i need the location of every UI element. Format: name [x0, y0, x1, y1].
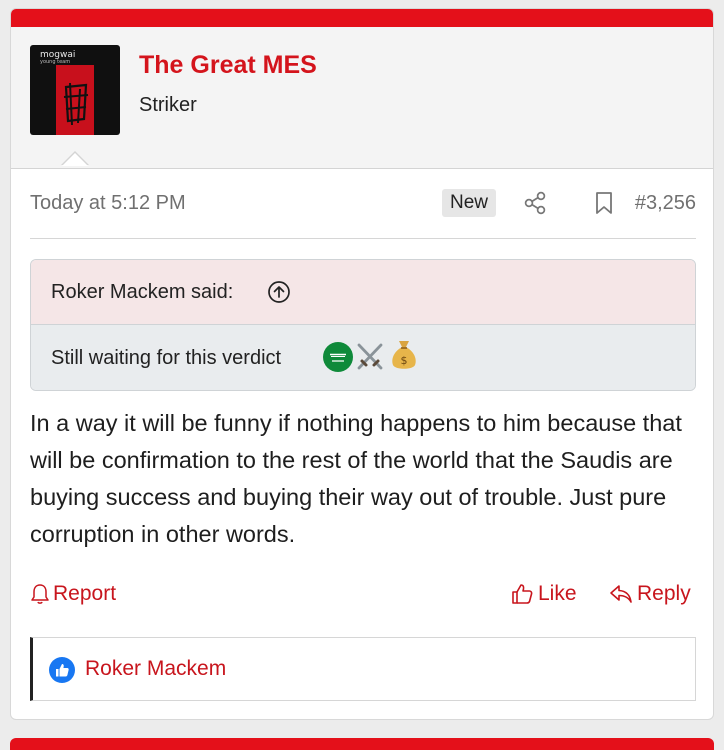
next-post-top-bar	[10, 738, 714, 750]
post-timestamp[interactable]: Today at 5:12 PM	[30, 190, 186, 216]
post-number-link[interactable]: #3,256	[635, 190, 696, 216]
thumbs-up-outline-icon	[512, 584, 533, 604]
saudi-flag-emoji	[323, 342, 353, 372]
report-button[interactable]: Report	[30, 579, 116, 609]
bookmark-icon[interactable]	[592, 190, 616, 216]
report-label: Report	[53, 582, 117, 605]
reply-label: Reply	[637, 582, 691, 605]
bell-icon	[31, 584, 49, 604]
reply-button[interactable]: Reply	[609, 579, 691, 609]
quote-block: Roker Mackem said: Still waiting for thi…	[30, 259, 696, 391]
user-block: mogwai young team The Great MES Striker	[11, 27, 713, 169]
reply-arrow-icon	[610, 585, 632, 603]
share-icon[interactable]	[522, 190, 548, 216]
like-label: Like	[538, 582, 577, 605]
quote-author: Roker Mackem said:	[51, 281, 234, 303]
svg-text:$: $	[401, 354, 408, 367]
post-card: mogwai young team The Great MES Striker …	[10, 8, 714, 720]
quote-text: Still waiting for this verdict	[51, 347, 282, 369]
post-top-bar	[11, 9, 713, 27]
user-title: Striker	[139, 94, 197, 116]
user-block-notch-inner	[62, 153, 88, 166]
thread-page: mogwai young team The Great MES Striker …	[0, 0, 724, 750]
money-bag-emoji: $	[392, 341, 416, 369]
post-meta-row: Today at 5:12 PM New #3,256	[30, 186, 696, 220]
meta-divider	[30, 238, 696, 239]
avatar[interactable]: mogwai young team	[30, 45, 120, 135]
thumbs-up-icon	[49, 657, 75, 683]
avatar-brand-subtext: young team	[40, 59, 71, 65]
arrow-up-circle-icon[interactable]	[267, 280, 291, 304]
post-actions: Report Like Reply	[30, 579, 696, 609]
reactions-bar[interactable]: Roker Mackem	[30, 637, 696, 701]
quote-header[interactable]: Roker Mackem said:	[31, 260, 695, 325]
username-link[interactable]: The Great MES	[139, 49, 317, 81]
crossed-swords-emoji	[357, 343, 383, 370]
avatar-glyph-icon	[63, 82, 89, 126]
quote-body: Still waiting for this verdict $	[31, 325, 695, 390]
reaction-user-link[interactable]: Roker Mackem	[85, 655, 226, 683]
like-button[interactable]: Like	[510, 579, 577, 609]
message-body: In a way it will be funny if nothing hap…	[30, 410, 682, 547]
new-badge: New	[442, 189, 497, 217]
